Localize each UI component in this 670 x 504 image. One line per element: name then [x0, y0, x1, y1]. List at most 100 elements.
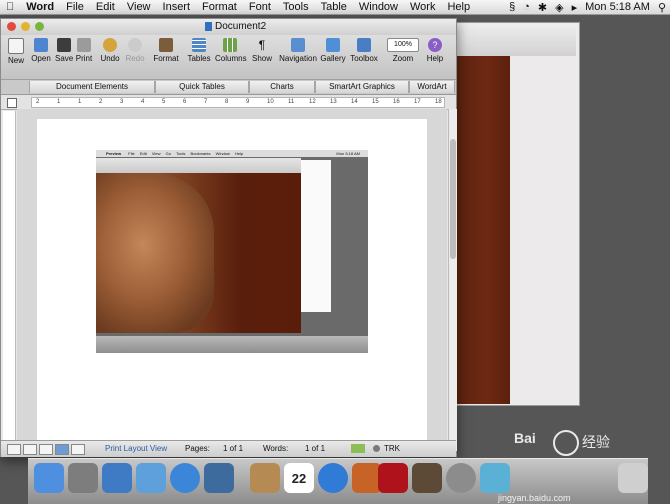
menu-app-name[interactable]: Word: [20, 0, 60, 14]
time-machine-icon[interactable]: ◔: [523, 1, 530, 13]
inserted-screenshot-image[interactable]: Preview File Edit View Go Tools Bookmark…: [96, 150, 368, 353]
itunes-icon[interactable]: [318, 463, 348, 493]
embedded-menu-help: Help: [235, 151, 244, 156]
menu-view[interactable]: View: [121, 0, 157, 14]
spotlight-icon[interactable]: ⚲: [658, 1, 666, 14]
wifi-icon[interactable]: ◈: [555, 1, 563, 14]
window-title: Document2: [215, 21, 267, 32]
format-button[interactable]: Format: [153, 37, 179, 63]
calendar-icon[interactable]: 22: [284, 463, 314, 493]
ruler-tick-label: 4: [141, 99, 145, 105]
help-button[interactable]: ? Help: [425, 37, 445, 63]
scroll-thumb[interactable]: [450, 139, 456, 259]
open-button[interactable]: Open: [31, 37, 51, 63]
undo-button[interactable]: Undo: [99, 37, 121, 63]
save-button[interactable]: Save: [55, 37, 73, 63]
volume-icon[interactable]: ▸: [572, 1, 578, 14]
columns-button[interactable]: Columns: [215, 37, 247, 63]
script-icon[interactable]: §: [509, 1, 515, 13]
tables-button[interactable]: Tables: [186, 37, 212, 63]
print-button[interactable]: Print: [75, 37, 93, 63]
format-brush-icon: [159, 38, 173, 52]
redo-button[interactable]: Redo: [125, 37, 145, 63]
navigation-button[interactable]: Navigation: [279, 37, 317, 63]
bluetooth-icon[interactable]: ✱: [538, 1, 547, 14]
minimize-button[interactable]: [21, 22, 30, 31]
menu-font[interactable]: Font: [243, 0, 277, 14]
facetime-icon[interactable]: [204, 463, 234, 493]
clock[interactable]: Mon 5:18 AM: [585, 1, 650, 13]
menu-insert[interactable]: Insert: [157, 0, 197, 14]
app-store-icon[interactable]: [102, 463, 132, 493]
movie-icon[interactable]: [412, 463, 442, 493]
embedded-background-window: [301, 160, 331, 312]
pages-value: 1 of 1: [223, 444, 244, 453]
menu-window[interactable]: Window: [353, 0, 404, 14]
calendar-day: 22: [291, 470, 307, 486]
publishing-view-button[interactable]: [39, 444, 53, 455]
preferences-icon[interactable]: [446, 463, 476, 493]
tab-quick-tables[interactable]: Quick Tables: [155, 81, 249, 93]
menu-edit[interactable]: Edit: [90, 0, 121, 14]
embedded-menu-bookmarks: Bookmarks: [190, 151, 211, 156]
zoom-control[interactable]: 100% Zoom: [387, 37, 419, 63]
tab-wordart[interactable]: WordArt: [409, 81, 455, 93]
menu-format[interactable]: Format: [196, 0, 243, 14]
outline-view-button[interactable]: [23, 444, 37, 455]
notebook-view-button[interactable]: [71, 444, 85, 455]
word-icon[interactable]: [378, 463, 408, 493]
tab-smartart-graphics[interactable]: SmartArt Graphics: [315, 81, 409, 93]
menu-tools[interactable]: Tools: [277, 0, 315, 14]
safari-icon[interactable]: [170, 463, 200, 493]
format-label: Format: [153, 54, 179, 63]
open-folder-icon: [34, 38, 48, 52]
redo-label: Redo: [125, 54, 145, 63]
new-doc-icon: [8, 38, 24, 54]
print-layout-view-button[interactable]: [55, 444, 69, 455]
menu-help[interactable]: Help: [441, 0, 476, 14]
ruler-strip: 2 1 1 2 3 4 5 6 7 8 9 10 11 12 13 14 15 16 17 18: [31, 97, 445, 108]
mail-icon[interactable]: [136, 463, 166, 493]
horizontal-ruler[interactable]: 2 1 1 2 3 4 5 6 7 8 9 10 11 12 13 14 15 16 17 18: [1, 95, 456, 110]
apple-icon[interactable]: : [0, 0, 20, 14]
toolbox-label: Toolbox: [350, 54, 378, 63]
ruler-tick-label: 3: [120, 99, 124, 105]
menu-table[interactable]: Table: [315, 0, 353, 14]
trk-label[interactable]: TRK: [384, 444, 400, 453]
sogou-icon[interactable]: [480, 463, 510, 493]
ruler-tick-label: 11: [288, 99, 295, 105]
tab-charts[interactable]: Charts: [249, 81, 315, 93]
undo-icon: [103, 38, 117, 52]
new-button[interactable]: New: [7, 37, 25, 65]
tab-selector-icon[interactable]: [7, 98, 17, 108]
ruler-tick-label: 18: [435, 99, 442, 105]
vertical-scrollbar[interactable]: [448, 109, 457, 451]
navigation-pane-icon: [291, 38, 305, 52]
draft-view-button[interactable]: [7, 444, 21, 455]
redo-icon: [128, 38, 142, 52]
embedded-dock: [96, 336, 368, 353]
menu-work[interactable]: Work: [404, 0, 441, 14]
menu-file[interactable]: File: [60, 0, 90, 14]
show-button[interactable]: ¶ Show: [251, 37, 273, 63]
embedded-preview-toolbar: [96, 158, 301, 173]
trash-icon[interactable]: [618, 463, 648, 493]
zoom-button[interactable]: [35, 22, 44, 31]
finder-icon[interactable]: [34, 463, 64, 493]
toolbox-button[interactable]: Toolbox: [349, 37, 379, 63]
track-changes-icon[interactable]: [373, 445, 380, 452]
ruler-tick-label: 10: [267, 99, 274, 105]
spelling-icon[interactable]: [351, 444, 365, 453]
vertical-ruler[interactable]: [3, 111, 16, 449]
view-name: Print Layout View: [105, 444, 168, 453]
standard-toolbar: New Open Save Print Undo Redo Format Tab…: [1, 35, 456, 80]
gallery-button[interactable]: Gallery: [319, 37, 347, 63]
gallery-icon: [326, 38, 340, 52]
embedded-menu-preview: Preview: [106, 151, 122, 156]
embedded-menu-bar: Preview File Edit View Go Tools Bookmark…: [96, 150, 368, 157]
close-button[interactable]: [7, 22, 16, 31]
address-book-icon[interactable]: [250, 463, 280, 493]
tab-document-elements[interactable]: Document Elements: [29, 81, 155, 93]
rocket-icon[interactable]: [68, 463, 98, 493]
save-label: Save: [55, 54, 74, 63]
